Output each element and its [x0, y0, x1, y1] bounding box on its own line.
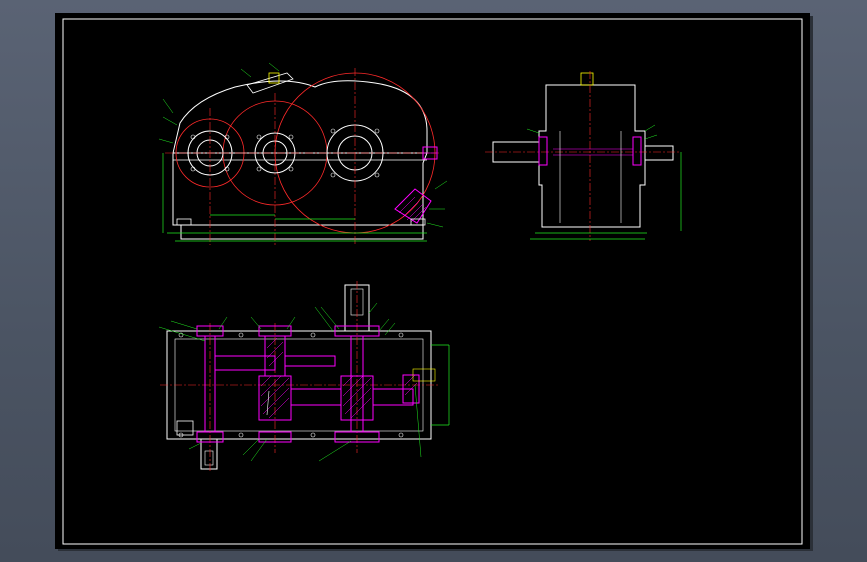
gearbox-assembly-drawing [62, 18, 803, 545]
sheet-border [62, 18, 803, 545]
front-view [158, 62, 448, 245]
cad-viewport[interactable] [0, 0, 867, 562]
top-section-view [158, 281, 450, 473]
drawing-canvas[interactable] [55, 13, 810, 549]
side-view [485, 71, 682, 241]
